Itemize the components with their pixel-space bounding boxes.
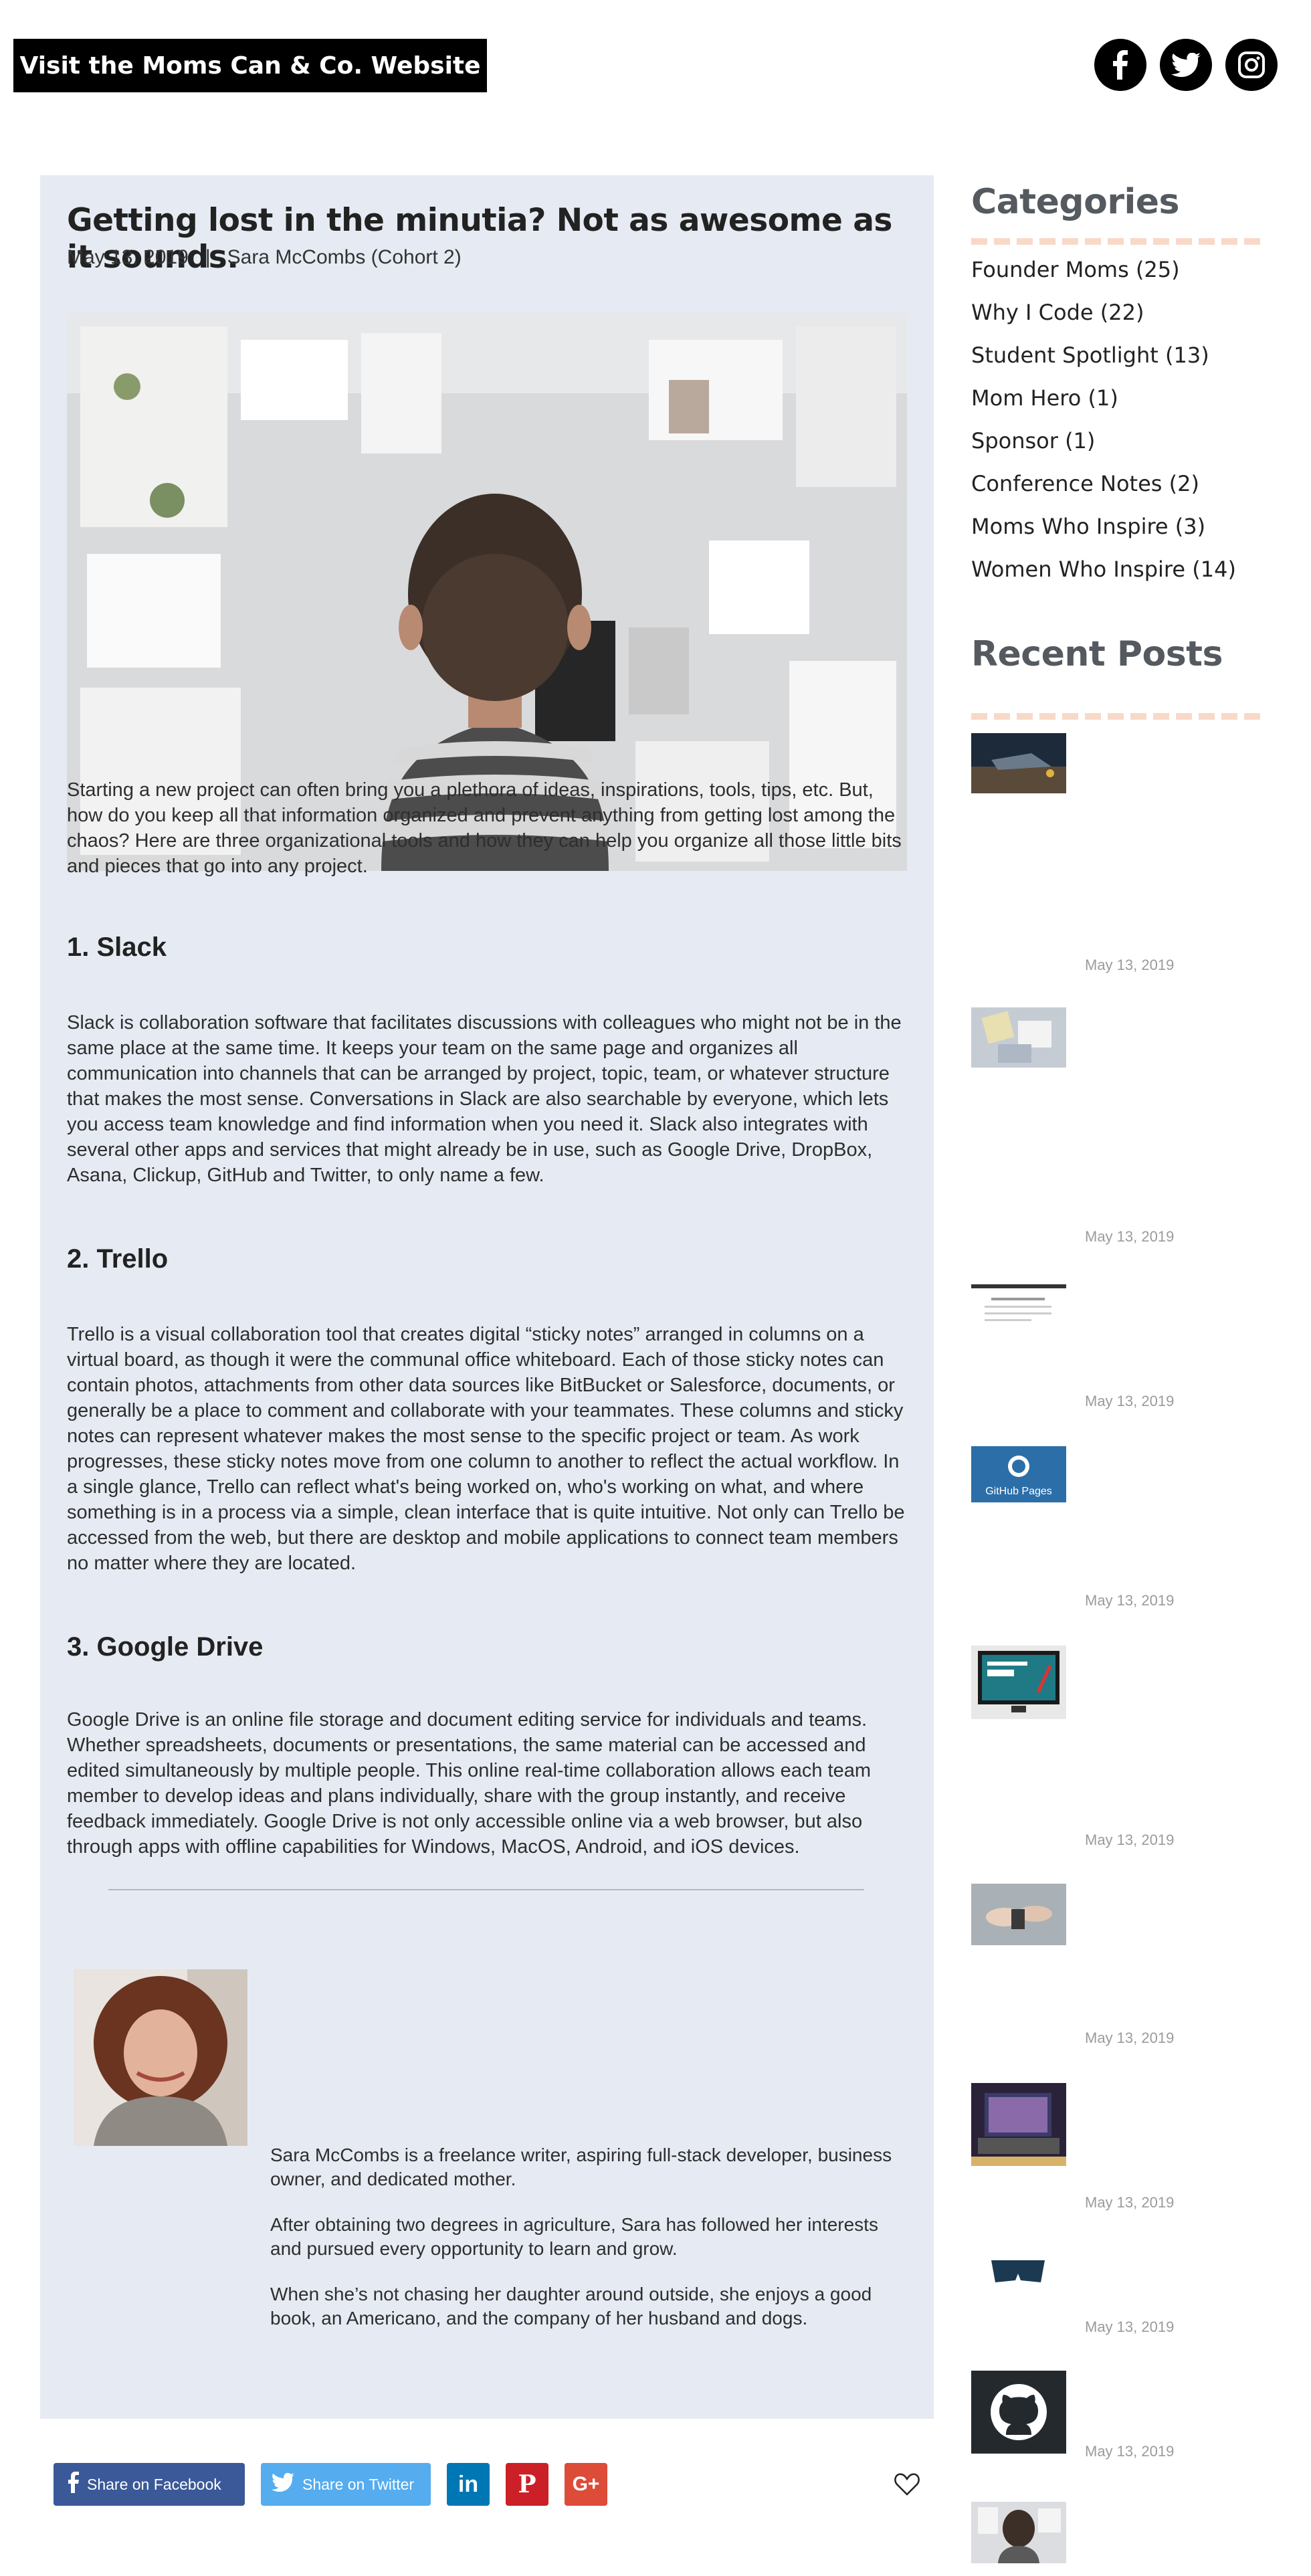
- share-facebook-label: Share on Facebook: [87, 2475, 221, 2493]
- recent-post-thumbnail[interactable]: [971, 2250, 1066, 2290]
- section-heading-slack: 1. Slack: [67, 932, 167, 962]
- share-twitter-label: Share on Twitter: [302, 2475, 415, 2493]
- category-link[interactable]: Mom Hero (1): [971, 385, 1118, 411]
- post-meta: May 13, 2019 | Sara McCombs (Cohort 2): [67, 246, 462, 269]
- category-link[interactable]: Women Who Inspire (14): [971, 557, 1236, 582]
- recent-post-date: May 13, 2019: [1085, 2194, 1175, 2211]
- recent-post-thumbnail[interactable]: [971, 1007, 1066, 1068]
- linkedin-icon: in: [458, 2471, 479, 2497]
- share-twitter-button[interactable]: Share on Twitter: [261, 2463, 431, 2506]
- category-link[interactable]: Student Spotlight (13): [971, 342, 1209, 368]
- twitter-icon: [272, 2472, 294, 2496]
- recent-posts-divider: [971, 713, 1266, 720]
- pinterest-icon: P: [518, 2470, 536, 2498]
- category-link[interactable]: Sponsor (1): [971, 428, 1095, 454]
- recent-post-date: May 13, 2019: [1085, 2443, 1175, 2460]
- recent-post-thumbnail[interactable]: [971, 2083, 1066, 2166]
- blog-post: Getting lost in the minutia? Not as awes…: [40, 175, 934, 2419]
- share-pinterest-button[interactable]: P: [506, 2463, 548, 2506]
- author-photo: [74, 1969, 247, 2146]
- recent-post-date: May 13, 2019: [1085, 1228, 1175, 1245]
- facebook-icon: [67, 2472, 79, 2497]
- section-body-google-drive: Google Drive is an online file storage a…: [67, 1709, 871, 1858]
- twitter-icon[interactable]: [1160, 39, 1212, 91]
- bio-paragraph-2: After obtaining two degrees in agricultu…: [270, 2214, 878, 2259]
- category-link[interactable]: Why I Code (22): [971, 300, 1144, 325]
- intro-paragraph: Starting a new project can often bring y…: [67, 779, 902, 877]
- social-links: [1094, 39, 1278, 91]
- recent-post-thumbnail[interactable]: [971, 2502, 1066, 2563]
- section-heading-trello: 2. Trello: [67, 1244, 169, 1274]
- share-googleplus-button[interactable]: G+: [565, 2463, 607, 2506]
- bio-paragraph-1: Sara McCombs is a freelance writer, aspi…: [270, 2145, 892, 2189]
- recent-posts-title: Recent Posts: [971, 634, 1223, 674]
- divider: [108, 1889, 864, 1890]
- like-heart-icon[interactable]: [894, 2471, 920, 2498]
- section-heading-google-drive: 3. Google Drive: [67, 1632, 264, 1662]
- share-facebook-button[interactable]: Share on Facebook: [54, 2463, 245, 2506]
- meta-separator: |: [205, 246, 211, 268]
- visit-website-button[interactable]: Visit the Moms Can & Co. Website: [13, 39, 487, 92]
- category-link[interactable]: Conference Notes (2): [971, 471, 1199, 496]
- recent-post-date: May 13, 2019: [1085, 2029, 1175, 2046]
- category-link[interactable]: Founder Moms (25): [971, 257, 1180, 282]
- recent-post-date: May 13, 2019: [1085, 957, 1175, 973]
- bio-paragraph-3: When she’s not chasing her daughter arou…: [270, 2284, 872, 2329]
- recent-post-date: May 13, 2019: [1085, 1393, 1175, 1409]
- recent-post-date: May 13, 2019: [1085, 1831, 1175, 1848]
- googleplus-icon: G+: [572, 2473, 600, 2495]
- recent-post-date: May 13, 2019: [1085, 2318, 1175, 2335]
- post-author[interactable]: Sara McCombs (Cohort 2): [227, 246, 462, 268]
- recent-post-thumbnail[interactable]: [971, 1646, 1066, 1719]
- instagram-icon[interactable]: [1225, 39, 1278, 91]
- section-body-trello: Trello is a visual collaboration tool th…: [67, 1324, 905, 1574]
- recent-post-thumbnail[interactable]: [971, 733, 1066, 793]
- category-link[interactable]: Moms Who Inspire (3): [971, 514, 1205, 539]
- recent-post-thumbnail[interactable]: [971, 1884, 1066, 1945]
- recent-post-thumbnail[interactable]: GitHub Pages: [971, 1446, 1066, 1502]
- recent-post-thumbnail[interactable]: [971, 1284, 1066, 1334]
- post-date: May 13, 2019: [67, 246, 189, 268]
- section-body-slack: Slack is collaboration software that fac…: [67, 1012, 902, 1186]
- share-linkedin-button[interactable]: in: [447, 2463, 490, 2506]
- github-pages-text: GitHub Pages: [985, 1486, 1052, 1497]
- recent-post-date: May 13, 2019: [1085, 1592, 1175, 1609]
- facebook-icon[interactable]: [1094, 39, 1146, 91]
- categories-title: Categories: [971, 182, 1180, 222]
- categories-divider: [971, 238, 1266, 245]
- recent-post-thumbnail[interactable]: [971, 2371, 1066, 2454]
